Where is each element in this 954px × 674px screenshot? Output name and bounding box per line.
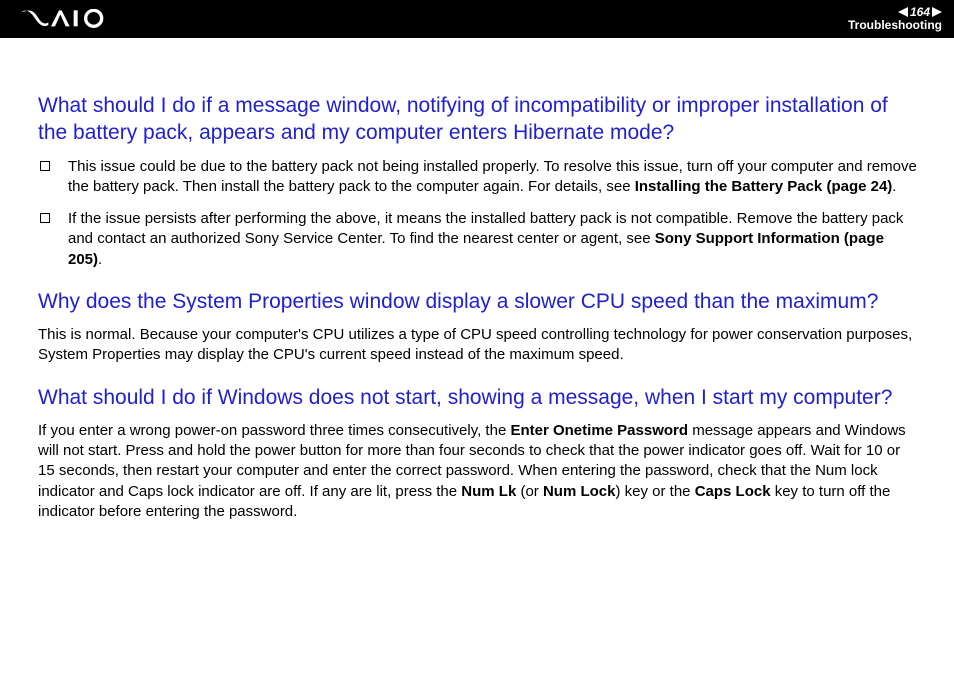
page-header: 164 Troubleshooting — [0, 0, 954, 38]
section-label: Troubleshooting — [848, 19, 942, 32]
question-2-paragraph: This is normal. Because your computer's … — [38, 325, 920, 366]
vaio-logo — [20, 9, 130, 29]
next-page-icon[interactable] — [932, 7, 942, 17]
question-1-heading: What should I do if a message window, no… — [38, 92, 920, 147]
list-item: This issue could be due to the battery p… — [38, 157, 920, 198]
question-3-heading: What should I do if Windows does not sta… — [38, 384, 920, 411]
question-2-heading: Why does the System Properties window di… — [38, 288, 920, 315]
header-right: 164 Troubleshooting — [848, 6, 942, 32]
bullet-text: This issue could be due to the battery p… — [68, 157, 920, 198]
prev-page-icon[interactable] — [898, 7, 908, 17]
bullet-text: If the issue persists after performing t… — [68, 209, 920, 270]
question-3-paragraph: If you enter a wrong power-on password t… — [38, 421, 920, 522]
page-content: What should I do if a message window, no… — [0, 38, 954, 552]
list-item: If the issue persists after performing t… — [38, 209, 920, 270]
question-1-bullets: This issue could be due to the battery p… — [38, 157, 920, 270]
bullet-icon — [40, 213, 50, 223]
bullet-icon — [40, 161, 50, 171]
